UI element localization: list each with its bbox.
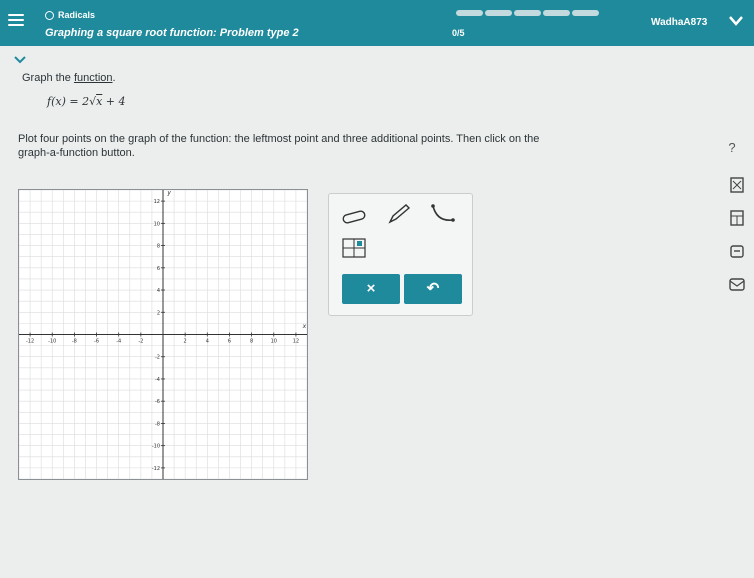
x-tick-label: -2 [138,339,143,345]
eraser-icon [342,210,366,224]
mail-icon[interactable] [729,276,745,292]
eraser-tool-button[interactable] [339,204,369,228]
x-tick-label: 6 [228,339,231,345]
x-tick-label: 4 [206,339,209,345]
plot-instruction-line-1: Plot four points on the graph of the fun… [18,133,540,145]
x-tick-label: 10 [271,339,277,345]
x-axis-label: x [302,323,307,330]
y-tick-label: 6 [157,266,160,272]
y-tick-label: 10 [154,221,160,227]
progress-segment [543,10,570,16]
graph-instruction: Graph the function. [22,72,116,84]
y-tick-label: -8 [155,421,160,427]
coordinate-plane[interactable]: x y -12 -10 -8 -6 -4 -2 2 4 6 8 10 12 12 10 8 6 4 2 -2 -4 -6 -8… [19,190,307,479]
pencil-tool-button[interactable] [384,202,414,226]
progress-segment [485,10,512,16]
plot-instruction-line-2: graph-a-function button. [18,147,135,159]
y-axis-label: y [166,190,171,196]
y-tick-label: 8 [157,244,160,250]
x-tick-label: -8 [72,339,77,345]
topic-label: Radicals [58,10,96,20]
x-tick-label: 2 [184,339,187,345]
collapse-chevron-icon[interactable] [13,55,27,65]
y-tick-label: 4 [157,288,160,294]
y-tick-label: -10 [152,444,160,450]
topic-row: Radicals [45,10,95,20]
x-tick-label: -12 [26,339,34,345]
y-tick-label: -6 [155,399,160,405]
side-toolbar [729,177,747,309]
graph-area[interactable]: x y -12 -10 -8 -6 -4 -2 2 4 6 8 10 12 12 10 8 6 4 2 -2 -4 -6 -8… [18,189,308,480]
formula-rhs: + 4 [102,95,126,108]
undo-button[interactable]: ↶ [404,274,462,304]
progress-bar [456,10,599,16]
data-icon[interactable] [729,210,745,226]
formula-lhs: f(x) = 2 [47,95,90,108]
plot-instruction: Plot four points on the graph of the fun… [18,132,718,160]
top-header: Radicals Graphing a square root function… [0,0,754,46]
progress-count: 0/5 [452,28,465,38]
y-tick-label: 12 [154,199,160,205]
x-tick-label: -10 [48,339,56,345]
problem-title: Graphing a square root function: Problem… [45,27,299,39]
menu-icon[interactable] [8,14,24,27]
help-button[interactable]: ? [722,138,742,158]
username[interactable]: WadhaA873 [651,17,707,28]
calculator-icon[interactable] [729,177,745,193]
progress-segment [572,10,599,16]
chevron-down-icon[interactable] [727,12,745,30]
graph-a-function-icon [342,238,366,258]
lock-icon[interactable] [729,243,745,259]
x-tick-label: 8 [250,339,253,345]
instr-prefix: Graph the [22,72,74,84]
function-link[interactable]: function [74,72,113,84]
graph-toolbox: × ↶ [328,193,473,316]
graph-a-function-button[interactable] [339,236,369,260]
pencil-icon [388,204,411,224]
x-tick-label: -6 [94,339,99,345]
instr-suffix: . [112,72,116,84]
progress-segment [514,10,541,16]
y-tick-label: -12 [152,466,160,472]
curve-tool-button[interactable] [429,202,459,226]
x-tick-label: 12 [293,339,299,345]
clear-button[interactable]: × [342,274,400,304]
y-tick-label: -2 [155,355,160,361]
progress-segment [456,10,483,16]
curve-icon [431,204,455,222]
function-formula: f(x) = 2√x + 4 [47,95,126,108]
y-tick-label: 2 [157,310,160,316]
topic-circle-icon [45,10,54,20]
y-tick-label: -4 [155,377,160,383]
x-tick-label: -4 [116,339,121,345]
